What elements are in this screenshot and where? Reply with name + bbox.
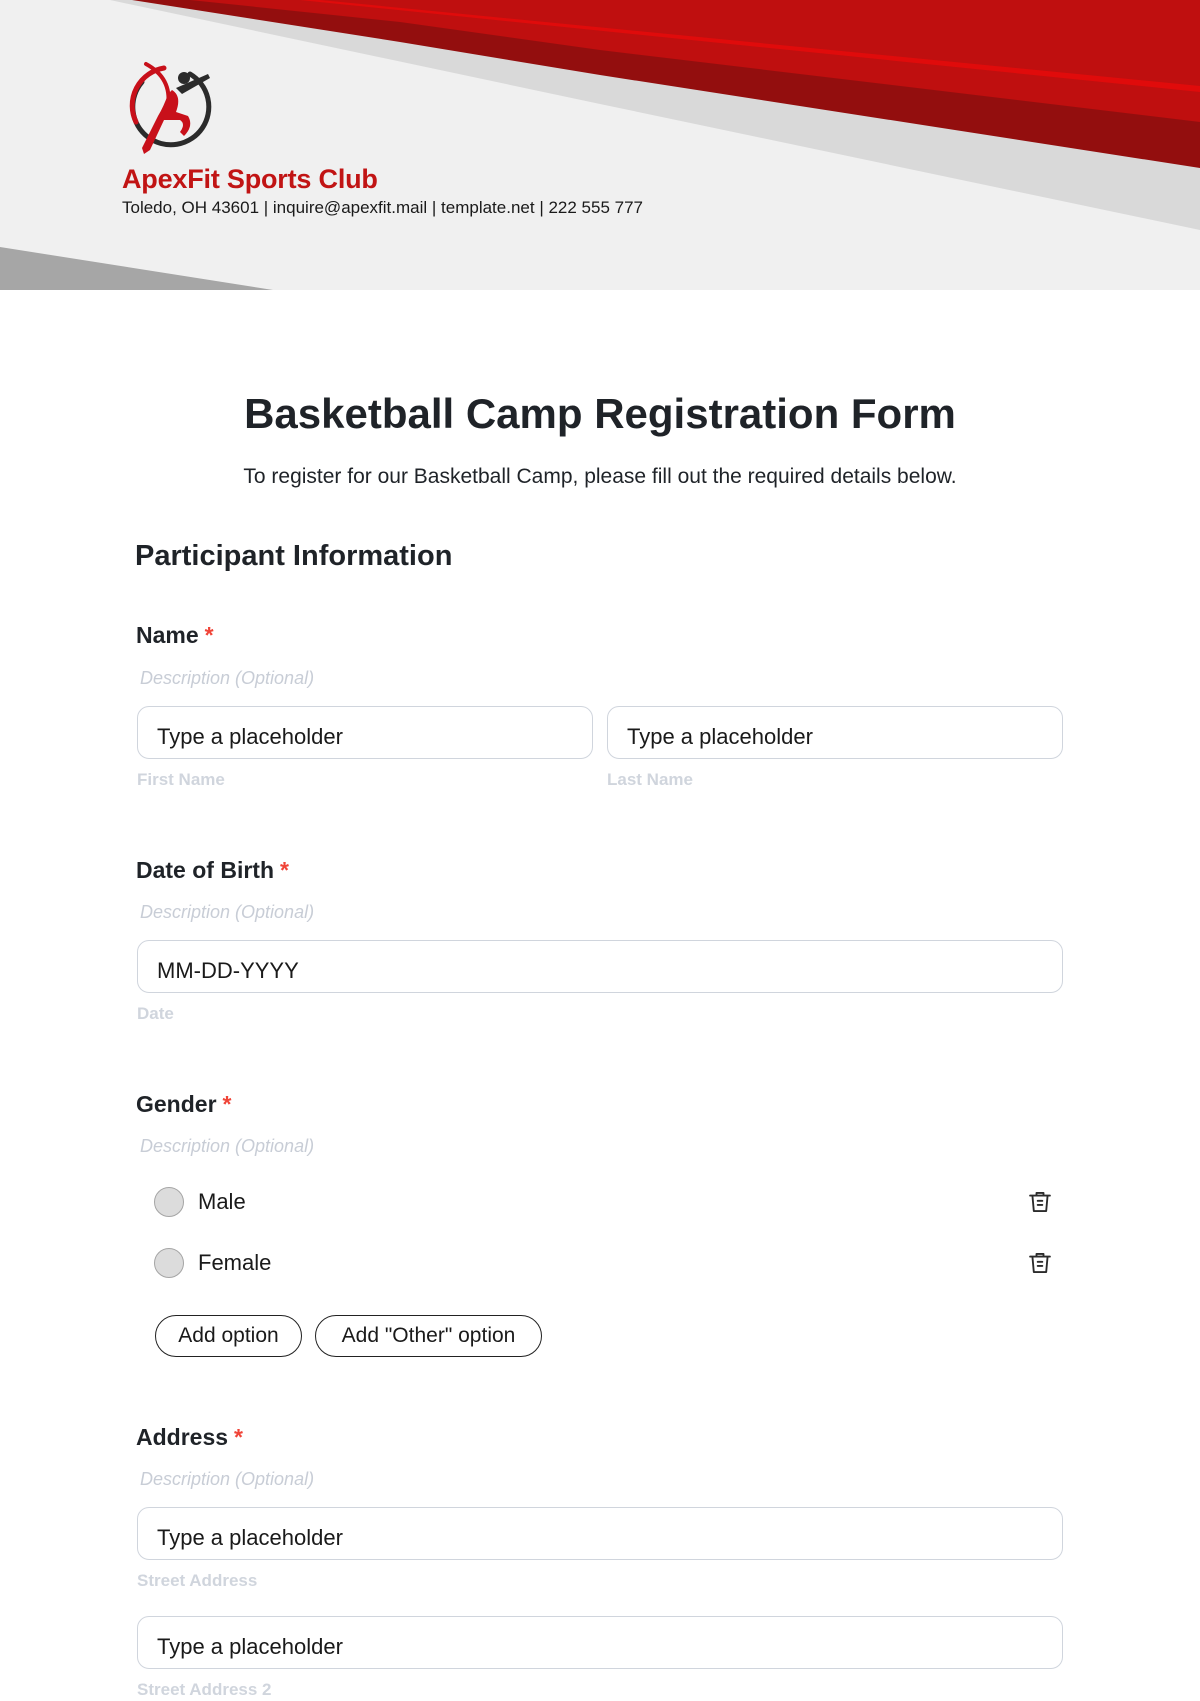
street-address-2-input[interactable]: Type a placeholder xyxy=(137,1616,1063,1669)
section-title: Participant Information xyxy=(135,540,453,572)
trash-icon[interactable] xyxy=(1026,1249,1054,1277)
gender-option-male[interactable]: Male xyxy=(154,1184,1064,1220)
last-name-sublabel: Last Name xyxy=(607,770,693,789)
header-bottom-wedge xyxy=(0,247,273,290)
first-name-placeholder: Type a placeholder xyxy=(157,724,343,749)
option-label[interactable]: Male xyxy=(198,1189,1026,1215)
address-label-text: Address xyxy=(136,1424,229,1450)
street-address-input[interactable]: Type a placeholder xyxy=(137,1507,1063,1560)
street-address-2-placeholder: Type a placeholder xyxy=(157,1634,343,1659)
add-other-option-button[interactable]: Add "Other" option xyxy=(315,1315,542,1357)
add-option-button[interactable]: Add option xyxy=(155,1315,302,1357)
radio-button[interactable] xyxy=(154,1187,184,1217)
last-name-placeholder: Type a placeholder xyxy=(627,724,813,749)
required-asterisk: * xyxy=(280,857,289,883)
gender-option-female[interactable]: Female xyxy=(154,1245,1064,1281)
dob-field-label: Date of Birth * xyxy=(136,857,289,884)
street-address-placeholder: Type a placeholder xyxy=(157,1525,343,1550)
address-description[interactable]: Description (Optional) xyxy=(140,1469,314,1490)
registration-page: ApexFit Sports Club Toledo, OH 43601 | i… xyxy=(0,0,1200,1701)
name-field-label: Name * xyxy=(136,622,214,649)
letterhead-header: ApexFit Sports Club Toledo, OH 43601 | i… xyxy=(0,0,1200,290)
gender-label-text: Gender xyxy=(136,1091,217,1117)
dob-label-text: Date of Birth xyxy=(136,857,274,883)
street-address-sublabel: Street Address xyxy=(137,1571,258,1590)
required-asterisk: * xyxy=(222,1091,232,1117)
address-field-label: Address * xyxy=(136,1424,243,1451)
gender-description[interactable]: Description (Optional) xyxy=(140,1136,314,1157)
street-address-2-sublabel: Street Address 2 xyxy=(137,1680,272,1699)
club-contact-info: Toledo, OH 43601 | inquire@apexfit.mail … xyxy=(122,198,643,217)
dob-description[interactable]: Description (Optional) xyxy=(140,902,314,923)
first-name-input[interactable]: Type a placeholder xyxy=(137,706,593,759)
required-asterisk: * xyxy=(234,1424,243,1450)
first-name-sublabel: First Name xyxy=(137,770,225,789)
club-name: ApexFit Sports Club xyxy=(122,164,378,194)
dob-placeholder: MM-DD-YYYY xyxy=(157,958,299,983)
trash-icon[interactable] xyxy=(1026,1188,1054,1216)
required-asterisk: * xyxy=(204,622,214,648)
last-name-input[interactable]: Type a placeholder xyxy=(607,706,1063,759)
form-subtitle: To register for our Basketball Camp, ple… xyxy=(243,465,957,488)
form-title: Basketball Camp Registration Form xyxy=(244,390,956,437)
name-description[interactable]: Description (Optional) xyxy=(140,668,314,689)
gender-field-label: Gender * xyxy=(136,1091,231,1118)
radio-button[interactable] xyxy=(154,1248,184,1278)
dob-sublabel: Date xyxy=(137,1004,174,1023)
name-label-text: Name xyxy=(136,622,199,648)
option-label[interactable]: Female xyxy=(198,1250,1026,1276)
athlete-logo-icon xyxy=(129,62,212,154)
dob-input[interactable]: MM-DD-YYYY xyxy=(137,940,1063,993)
